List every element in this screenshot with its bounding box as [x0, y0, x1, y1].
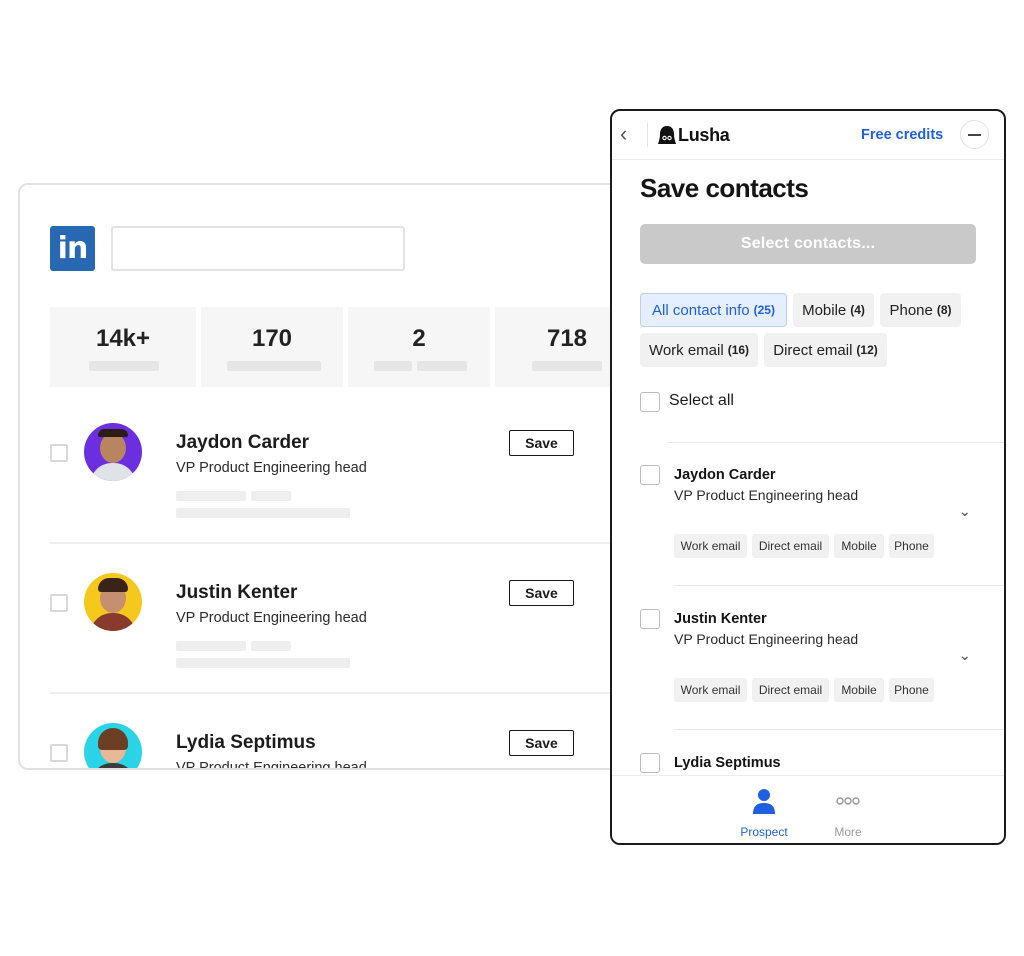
chip-count: (8) — [936, 303, 952, 317]
chip-label: Work email — [648, 341, 724, 359]
save-button[interactable]: Save — [509, 430, 574, 456]
lusha-logo-icon — [658, 126, 676, 144]
minus-icon — [968, 133, 981, 136]
chip-count: (16) — [727, 343, 750, 357]
stat-card: 170 — [201, 307, 343, 387]
select-all-checkbox[interactable] — [640, 392, 660, 412]
contact-tag: Mobile — [834, 534, 884, 558]
profile-name[interactable]: Jaydon Carder — [176, 432, 309, 454]
filter-chip-work-email[interactable]: Work email (16) — [640, 333, 758, 367]
text-placeholder — [176, 508, 350, 518]
profile-name[interactable]: Lydia Septimus — [176, 732, 316, 754]
contact-tag: Work email — [674, 534, 747, 558]
contact-name: Justin Kenter — [674, 611, 767, 627]
contact-title: VP Product Engineering head — [674, 631, 859, 647]
stat-card: 14k+ — [50, 307, 196, 387]
minimize-button[interactable] — [960, 120, 989, 149]
profile-title: VP Product Engineering head — [176, 610, 367, 626]
filter-chip-direct-email[interactable]: Direct email (12) — [764, 333, 887, 367]
linkedin-logo-icon: in — [50, 226, 95, 271]
select-contacts-button[interactable]: Select contacts... — [640, 224, 976, 264]
stat-value: 170 — [251, 325, 293, 352]
row-divider — [50, 542, 630, 544]
chevron-down-icon[interactable]: ⌄ — [959, 647, 971, 664]
chip-label: Direct email — [773, 341, 853, 359]
nav-label: More — [834, 825, 862, 839]
header-divider — [647, 123, 648, 147]
stat-placeholder — [227, 361, 321, 371]
more-dots-icon — [836, 797, 860, 805]
contact-tag: Phone — [889, 534, 934, 558]
filter-chip-mobile[interactable]: Mobile (4) — [793, 293, 874, 327]
list-divider — [668, 442, 1004, 443]
stat-placeholder — [532, 361, 602, 371]
row-divider — [50, 692, 630, 694]
avatar — [84, 723, 142, 768]
profile-checkbox[interactable] — [50, 744, 68, 762]
contact-tag: Work email — [674, 678, 747, 702]
text-placeholder — [176, 658, 350, 668]
page-title: Save contacts — [640, 173, 809, 203]
contact-tag: Phone — [889, 678, 934, 702]
chip-label: Mobile — [802, 301, 847, 319]
text-placeholder — [251, 491, 291, 501]
profile-name[interactable]: Justin Kenter — [176, 582, 297, 604]
stat-placeholder — [417, 361, 467, 371]
chevron-left-icon[interactable]: ‹ — [620, 122, 627, 146]
select-all-label[interactable]: Select all — [669, 392, 734, 410]
nav-label: Prospect — [740, 825, 788, 839]
profile-title: VP Product Engineering head — [176, 760, 367, 770]
stat-placeholder — [374, 361, 412, 371]
contact-title: VP Product Engineering head — [674, 487, 859, 503]
profile-title: VP Product Engineering head — [176, 460, 367, 476]
chip-count: (25) — [753, 303, 775, 317]
brand-name: Lusha — [678, 125, 730, 145]
nav-item-more[interactable]: More — [808, 788, 888, 842]
contact-checkbox[interactable] — [640, 609, 660, 629]
contact-tag: Direct email — [752, 678, 829, 702]
linkedin-card: in 14k+ 170 2 718 Jaydon Carder VP Produ… — [18, 183, 638, 770]
list-divider — [674, 585, 1004, 586]
contact-checkbox[interactable] — [640, 465, 660, 485]
chip-count: (4) — [850, 303, 865, 317]
contact-name: Jaydon Carder — [674, 467, 776, 483]
stat-placeholder — [89, 361, 159, 371]
free-credits-link[interactable]: Free credits — [861, 127, 943, 143]
panel-header: ‹ Lusha Free credits — [612, 111, 1004, 160]
nav-item-prospect[interactable]: Prospect — [724, 788, 804, 842]
stat-value: 2 — [412, 325, 426, 352]
chevron-down-icon[interactable]: ⌄ — [959, 503, 971, 520]
chip-label: Phone — [889, 301, 933, 319]
save-button[interactable]: Save — [509, 580, 574, 606]
contact-tag: Mobile — [834, 678, 884, 702]
avatar — [84, 423, 142, 481]
profile-checkbox[interactable] — [50, 444, 68, 462]
filter-chip-phone[interactable]: Phone (8) — [880, 293, 961, 327]
filter-chip-all-contact-info[interactable]: All contact info (25) — [640, 293, 787, 327]
chip-count: (12) — [856, 343, 878, 357]
lusha-panel: ‹ Lusha Free credits Save contacts Selec… — [610, 109, 1006, 845]
person-icon — [753, 789, 775, 814]
linkedin-search-input[interactable] — [111, 226, 405, 271]
contact-checkbox[interactable] — [640, 753, 660, 773]
chip-label: All contact info — [652, 301, 750, 319]
avatar — [84, 573, 142, 631]
save-button[interactable]: Save — [509, 730, 574, 756]
contact-name: Lydia Septimus — [674, 755, 781, 771]
bottom-nav: Prospect More — [612, 775, 1004, 843]
list-divider — [674, 729, 1004, 730]
stat-card: 2 — [348, 307, 490, 387]
text-placeholder — [176, 641, 246, 651]
text-placeholder — [251, 641, 291, 651]
text-placeholder — [176, 491, 246, 501]
profile-checkbox[interactable] — [50, 594, 68, 612]
stat-value: 14k+ — [95, 325, 151, 352]
contact-tag: Direct email — [752, 534, 829, 558]
